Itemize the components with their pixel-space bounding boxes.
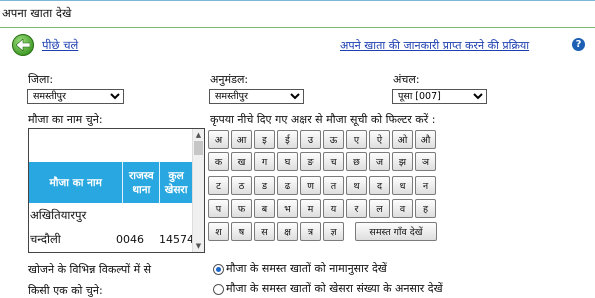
district-label: जिला: [28, 73, 54, 86]
process-link[interactable]: अपने खाता की जानकारी प्राप्त करने की प्र… [340, 38, 529, 53]
letter-key[interactable]: क्ष [277, 222, 298, 241]
letter-key[interactable]: ई [277, 130, 298, 149]
letter-key[interactable]: झ [392, 152, 413, 171]
letter-key[interactable]: घ [277, 152, 298, 171]
back-button[interactable]: पीछे चले [12, 34, 78, 56]
letter-key[interactable]: ठ [231, 176, 252, 195]
letter-key[interactable]: फ [231, 199, 252, 218]
page-title: अपना खाता देखे [2, 6, 72, 20]
option-label[interactable]: मौजा के समस्त खातों को नामानुसार देखें [226, 261, 387, 276]
keyboard-label: कृपया नीचे दिए गए अक्षर से मौजा सूची को … [210, 113, 436, 126]
letter-key[interactable]: औ [415, 130, 436, 149]
letter-key[interactable]: उ [300, 130, 321, 149]
scrollbar-thumb[interactable] [194, 141, 203, 155]
column-header: राजस्व थाना [123, 162, 161, 203]
subdivision-label: अनुमंडल: [210, 73, 249, 86]
option-label[interactable]: मौजा के समस्त खातों को खेसरा संख्या के अ… [226, 281, 443, 296]
district-select[interactable]: समस्तीपुर [27, 89, 124, 104]
letter-key[interactable]: ए [346, 130, 367, 149]
letter-key[interactable]: ड [254, 176, 275, 195]
thana-value: 0046 [116, 233, 144, 246]
letter-key[interactable]: म [300, 199, 321, 218]
options-prompt-line2: किसी एक को चुने: [28, 284, 103, 297]
scroll-down-icon[interactable]: ▼ [194, 241, 203, 251]
column-header: मौजा का नाम [29, 162, 124, 203]
letter-key[interactable]: ख [231, 152, 252, 171]
letter-key[interactable]: ध [392, 176, 413, 195]
letter-key[interactable]: ढ [277, 176, 298, 195]
letter-key[interactable]: थ [346, 176, 367, 195]
letter-key[interactable]: र [346, 199, 367, 218]
letter-key[interactable]: छ [346, 152, 367, 171]
letter-key[interactable]: ऊ [323, 130, 344, 149]
letter-key[interactable]: भ [277, 199, 298, 218]
letter-key[interactable]: स [254, 222, 275, 241]
letter-key[interactable]: त्र [300, 222, 321, 241]
column-header: कुल खेसरा [164, 169, 188, 196]
show-all-villages-button[interactable]: समस्त गाँव देखें [355, 222, 437, 241]
letter-key[interactable]: ण [300, 176, 321, 195]
letter-key[interactable]: ट [208, 176, 229, 195]
title-divider [0, 27, 595, 28]
top-border [0, 0, 595, 1]
mauza-listbox[interactable]: मौजा का नाम राजस्व थाना कुल खेसरा अखितिय… [28, 128, 205, 253]
letter-key[interactable]: ओ [392, 130, 413, 149]
letter-key[interactable]: ज्ञ [323, 222, 344, 241]
mauza-table-header: मौजा का नाम राजस्व थाना कुल खेसरा [29, 162, 192, 203]
letter-key[interactable]: इ [254, 130, 275, 149]
letter-key[interactable]: य [323, 199, 344, 218]
letter-key[interactable]: ङ [300, 152, 321, 171]
letter-key[interactable]: च [323, 152, 344, 171]
letter-key[interactable]: द [369, 176, 390, 195]
list-item[interactable]: अखितियारपुर [30, 208, 86, 223]
letter-key[interactable]: ब [254, 199, 275, 218]
subdivision-select[interactable]: समस्तीपुर [209, 89, 304, 104]
options-prompt-line1: खोजने के विभिन्न विकल्पों में से [28, 263, 152, 276]
letter-key[interactable]: आ [231, 130, 252, 149]
scrollbar[interactable]: ▲ ▼ [192, 129, 204, 252]
mauza-label: मौजा का नाम चुने: [28, 113, 103, 126]
radio-view-by-khesra[interactable] [213, 284, 224, 295]
circle-label: अंचल: [393, 73, 420, 86]
letter-key[interactable]: ह [415, 199, 436, 218]
letter-key[interactable]: श [208, 222, 229, 241]
letter-key[interactable]: व [392, 199, 413, 218]
letter-key[interactable]: ऐ [369, 130, 390, 149]
scroll-up-icon[interactable]: ▲ [194, 130, 203, 140]
letter-key[interactable]: ष [231, 222, 252, 241]
back-arrow-icon [12, 34, 34, 56]
letter-key[interactable]: ञ [415, 152, 436, 171]
letter-key[interactable]: ज [369, 152, 390, 171]
mauza-name: अखितियारपुर [30, 208, 87, 222]
help-icon[interactable]: ? [572, 38, 585, 51]
letter-key[interactable]: त [323, 176, 344, 195]
letter-key[interactable]: न [415, 176, 436, 195]
back-label[interactable]: पीछे चले [42, 38, 78, 53]
letter-key[interactable]: ग [254, 152, 275, 171]
khesra-value: 14574 [159, 233, 194, 246]
circle-select[interactable]: पूसा [007] [392, 89, 487, 104]
mauza-name: चन्दौली [30, 232, 61, 246]
letter-key[interactable]: प [208, 199, 229, 218]
letter-key[interactable]: अ [208, 130, 229, 149]
letter-key[interactable]: ल [369, 199, 390, 218]
letter-key[interactable]: क [208, 152, 229, 171]
radio-view-by-name[interactable] [213, 264, 224, 275]
